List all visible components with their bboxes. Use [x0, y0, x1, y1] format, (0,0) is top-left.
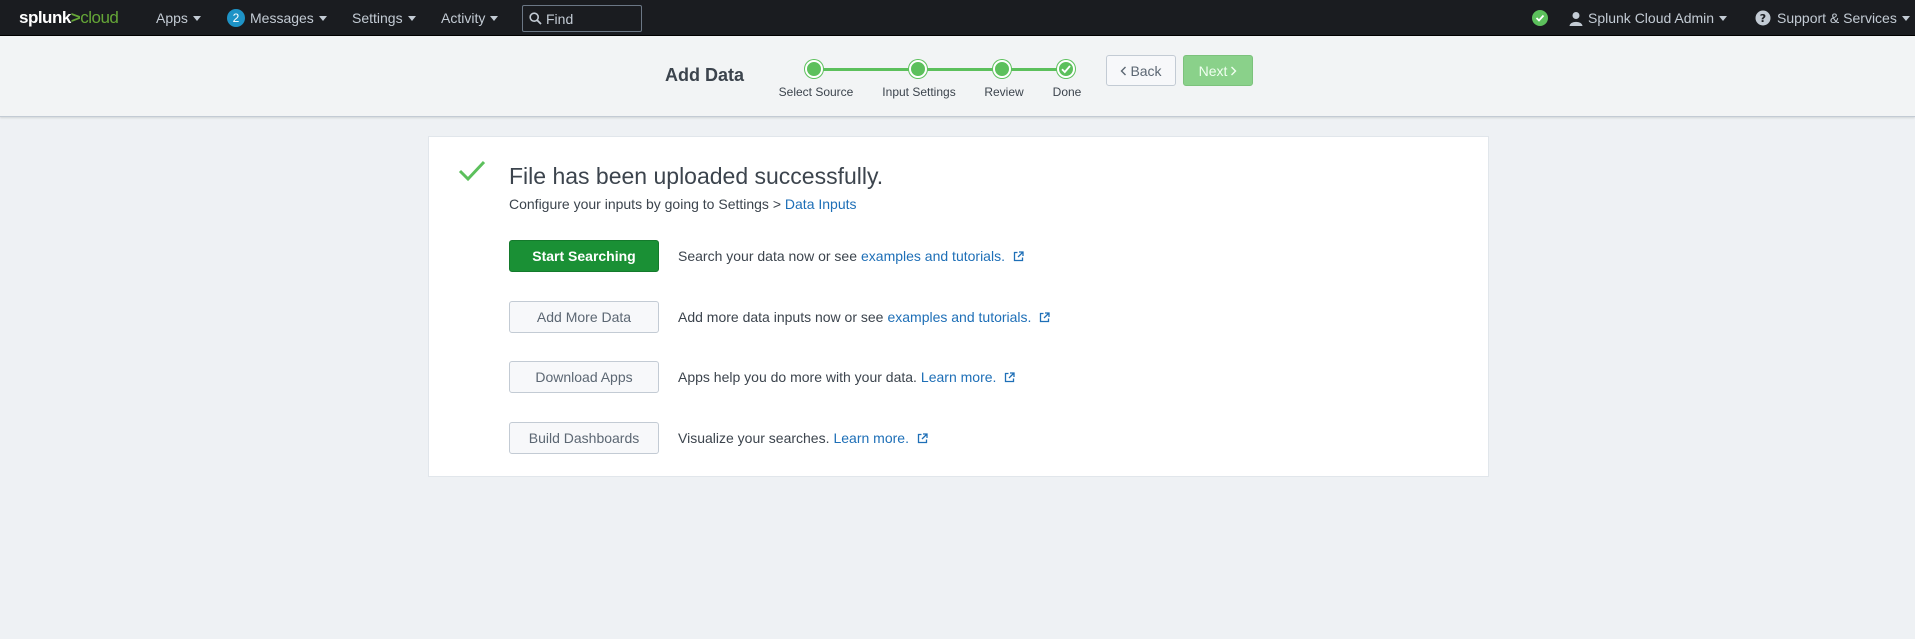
step-dot-input-settings — [909, 60, 927, 78]
start-searching-button[interactable]: Start Searching — [509, 240, 659, 272]
splunk-cloud-logo[interactable]: splunk > cloud — [19, 8, 119, 28]
help-icon: ? — [1755, 10, 1771, 26]
add-more-data-button[interactable]: Add More Data — [509, 301, 659, 333]
step-label: Input Settings — [882, 85, 956, 99]
page-title: Add Data — [665, 65, 745, 85]
support-menu[interactable]: ? Support & Services — [1755, 0, 1910, 36]
action-row-build-dashboards: Build Dashboards Visualize your searches… — [509, 422, 928, 454]
external-link-icon[interactable] — [1039, 311, 1051, 323]
caret-down-icon — [1719, 15, 1728, 21]
step-dot-review — [993, 60, 1011, 78]
action-row-download-apps: Download Apps Apps help you do more with… — [509, 361, 1016, 393]
step-dot-done — [1057, 60, 1075, 78]
learn-more-link[interactable]: Learn more. — [921, 369, 996, 385]
find-box — [522, 5, 642, 32]
chevron-left-icon — [1120, 66, 1127, 75]
caret-down-icon — [490, 15, 499, 21]
examples-tutorials-link[interactable]: examples and tutorials. — [887, 309, 1031, 325]
examples-tutorials-link[interactable]: examples and tutorials. — [861, 248, 1005, 264]
caret-down-icon — [1901, 15, 1910, 21]
settings-menu[interactable]: Settings — [352, 0, 416, 36]
health-status-icon[interactable] — [1532, 10, 1548, 26]
messages-count-badge: 2 — [227, 9, 245, 27]
progress-track — [815, 68, 1067, 71]
success-headline: File has been uploaded successfully. — [509, 163, 884, 189]
search-icon — [529, 12, 542, 25]
learn-more-link[interactable]: Learn more. — [833, 430, 908, 446]
step-label: Review — [984, 85, 1024, 99]
next-button[interactable]: Next — [1183, 55, 1253, 86]
caret-down-icon — [192, 15, 201, 21]
top-navbar: splunk > cloud Apps 2 Messages Settings Act… — [0, 0, 1915, 36]
download-apps-button[interactable]: Download Apps — [509, 361, 659, 393]
chevron-right-icon — [1231, 66, 1237, 75]
caret-down-icon — [407, 15, 416, 21]
upload-success-panel: File has been uploaded successfully. Con… — [428, 136, 1489, 477]
wizard-step-bar: Add Data Select Source Input Settings Re… — [0, 36, 1915, 117]
build-dashboards-button[interactable]: Build Dashboards — [509, 422, 659, 454]
activity-menu[interactable]: Activity — [441, 0, 499, 36]
external-link-icon[interactable] — [917, 432, 928, 444]
configure-inputs-text: Configure your inputs by going to Settin… — [509, 196, 857, 212]
apps-menu[interactable]: Apps — [156, 0, 201, 36]
back-button[interactable]: Back — [1106, 55, 1176, 86]
data-inputs-link[interactable]: Data Inputs — [785, 196, 857, 212]
user-menu[interactable]: Splunk Cloud Admin — [1569, 0, 1728, 36]
action-row-add-more-data: Add More Data Add more data inputs now o… — [509, 301, 1051, 333]
svg-text:?: ? — [1760, 12, 1766, 25]
success-checkmark-icon — [458, 160, 486, 182]
caret-down-icon — [318, 15, 327, 21]
checkmark-icon — [1061, 65, 1071, 74]
action-row-start-searching: Start Searching Search your data now or … — [509, 240, 1024, 272]
step-dot-select-source — [805, 60, 823, 78]
external-link-icon[interactable] — [1004, 371, 1016, 383]
step-label: Select Source — [778, 85, 854, 99]
user-icon — [1569, 11, 1583, 26]
step-label: Done — [1052, 85, 1082, 99]
messages-menu[interactable]: 2 Messages — [227, 0, 327, 36]
find-input[interactable] — [546, 10, 636, 27]
external-link-icon[interactable] — [1013, 250, 1024, 262]
